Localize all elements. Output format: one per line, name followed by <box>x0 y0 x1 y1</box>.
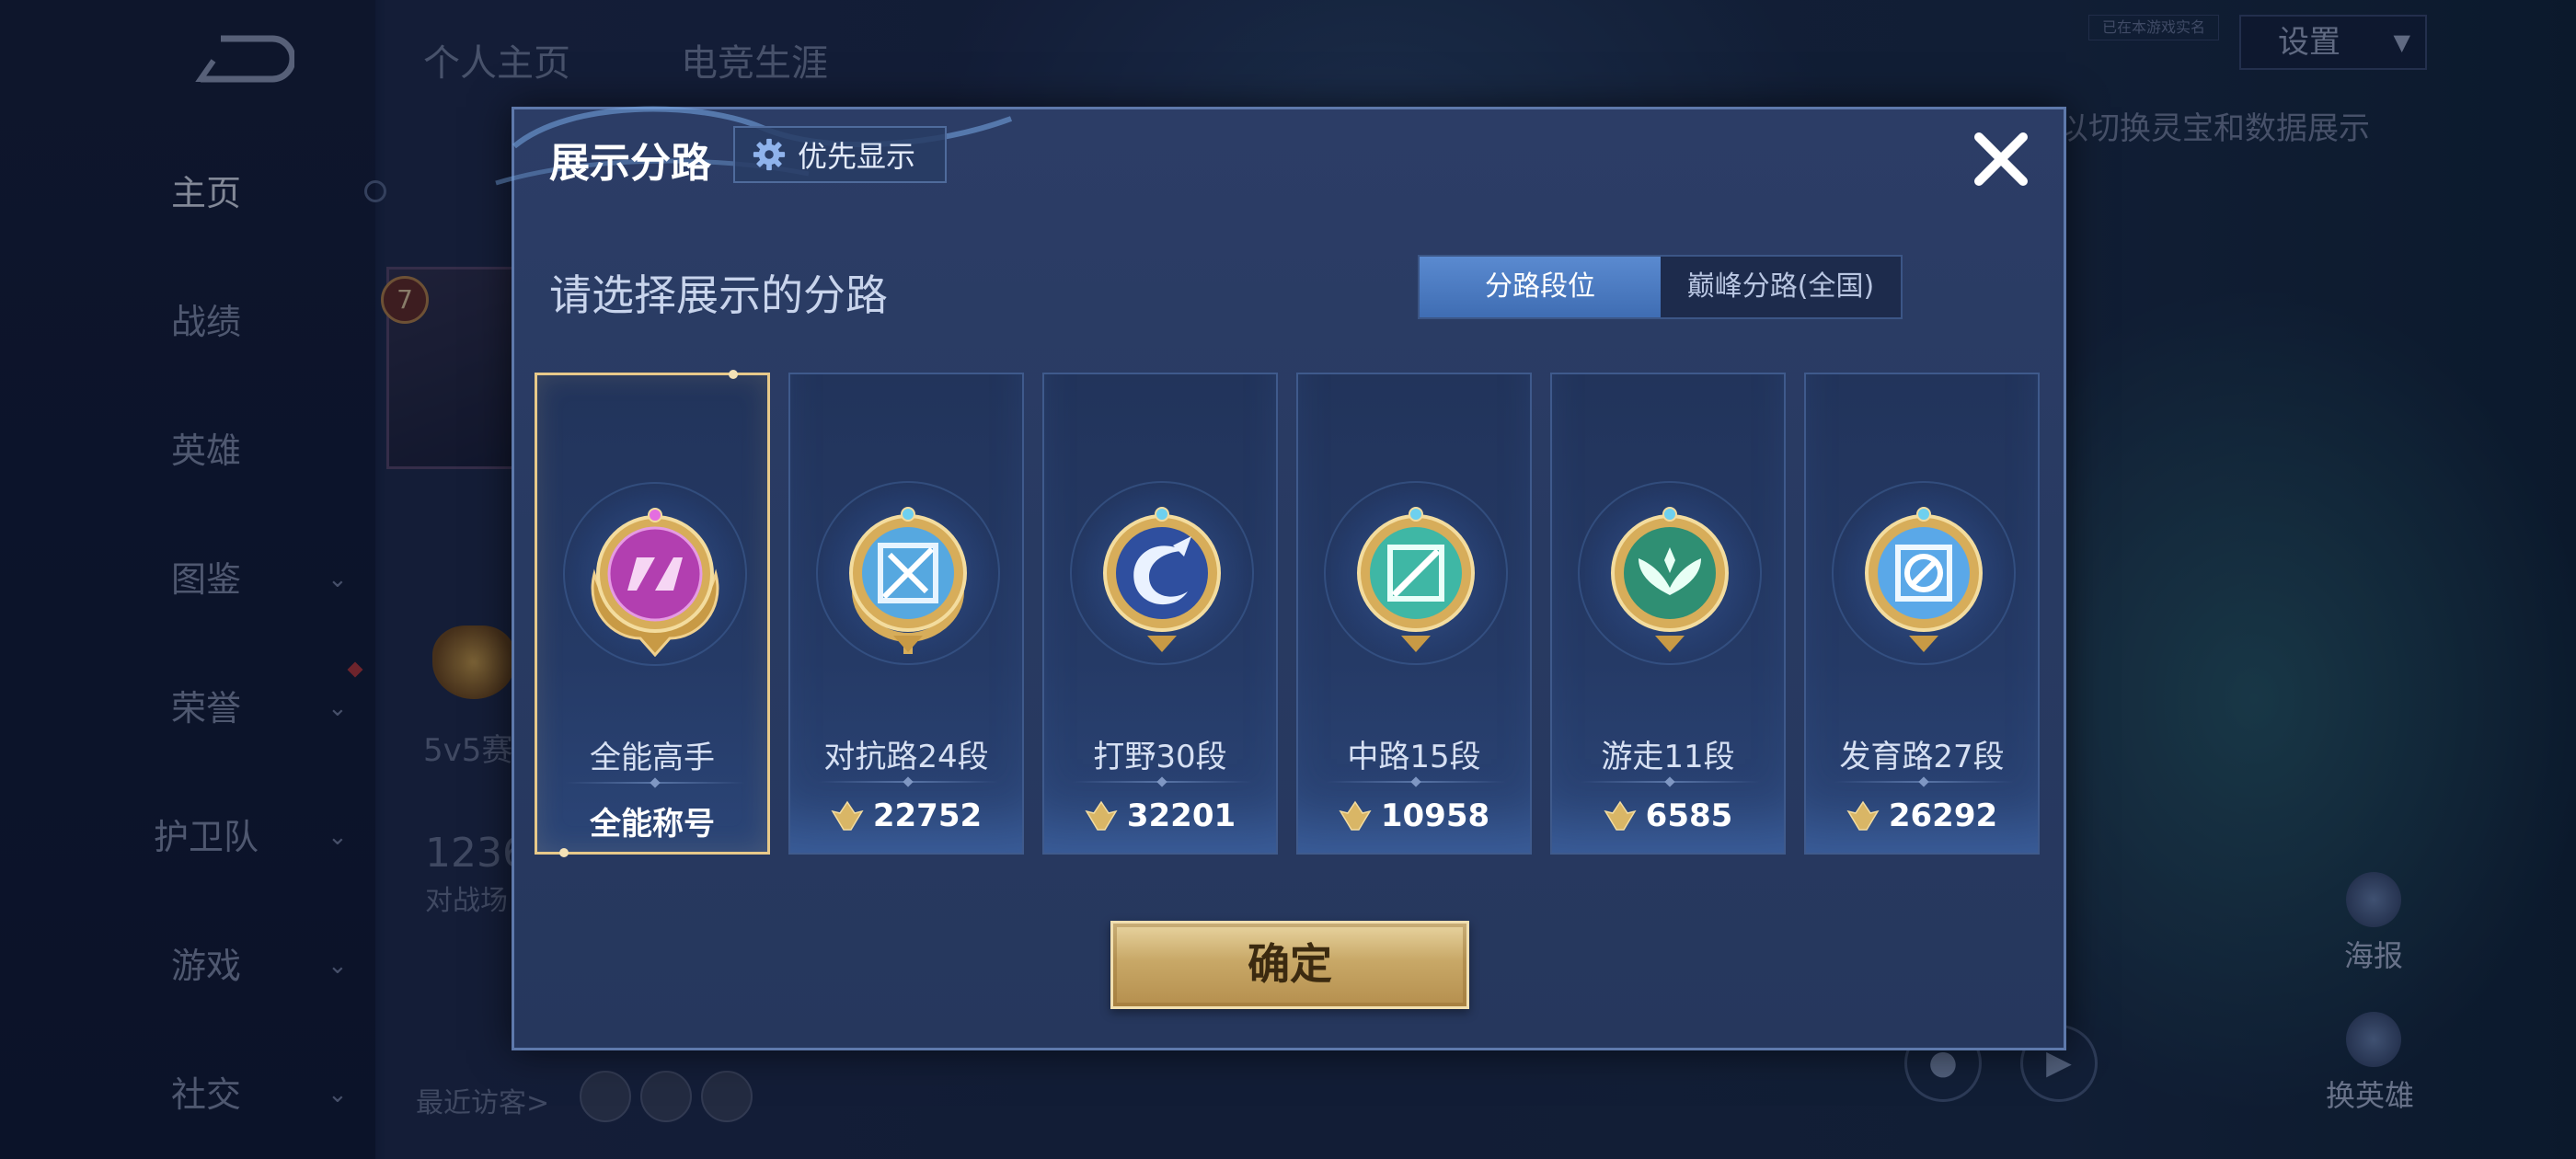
corner-pin-icon <box>729 370 738 379</box>
lane-value-row: 6585 <box>1552 798 1784 834</box>
divider <box>1072 781 1252 783</box>
confirm-button[interactable]: 确定 <box>1110 921 1469 1009</box>
lane-value-row: 22752 <box>790 798 1022 834</box>
divider <box>818 781 998 783</box>
modal-title: 展示分路 <box>549 140 711 187</box>
lane-points-icon <box>1846 800 1880 831</box>
lane-card-all-round[interactable]: 全能高手 全能称号 <box>535 370 770 857</box>
divider <box>1580 781 1760 783</box>
lane-name: 游走11段 <box>1601 739 1735 775</box>
priority-display-button[interactable]: 优先显示 <box>733 126 947 183</box>
roam-emblem-icon <box>1611 507 1729 652</box>
divider <box>1326 781 1506 783</box>
mid-lane-emblem-icon <box>1357 507 1475 652</box>
lane-display-modal: 展示分路 优先显示 请选择展示的分路 分路段位 巅峰分路(全国) 全能高手 全能… <box>495 106 2066 1050</box>
lane-name: 中路15段 <box>1347 739 1481 775</box>
toggle-lane-rank[interactable]: 分路段位 <box>1420 257 1661 317</box>
lane-points-icon <box>831 800 864 831</box>
lane-title-value: 全能称号 <box>590 806 715 843</box>
all-round-emblem-icon <box>591 508 719 657</box>
lane-points: 32201 <box>1126 798 1236 834</box>
corner-pin-icon <box>559 848 569 857</box>
lane-value-row: 10958 <box>1298 798 1530 834</box>
close-icon <box>1974 132 2028 186</box>
lane-name: 发育路27段 <box>1839 739 2005 775</box>
lane-card-mid[interactable]: 中路15段 10958 <box>1296 373 1532 855</box>
lane-card-jungle[interactable]: 打野30段 32201 <box>1042 373 1278 855</box>
lane-card-roam[interactable]: 游走11段 6585 <box>1550 373 1786 855</box>
section-subtitle: 请选择展示的分路 <box>549 270 888 320</box>
lane-points-icon <box>1339 800 1372 831</box>
lane-mode-toggle: 分路段位 巅峰分路(全国) <box>1418 255 1903 319</box>
lane-points: 6585 <box>1645 798 1733 834</box>
lane-name: 打野30段 <box>1093 739 1227 775</box>
lane-points: 10958 <box>1380 798 1490 834</box>
lane-value-row: 26292 <box>1806 798 2038 834</box>
divider <box>1834 781 2014 783</box>
close-button[interactable] <box>1964 122 2038 196</box>
lane-value-row: 32201 <box>1044 798 1276 834</box>
lane-value-row: 全能称号 <box>537 798 767 843</box>
lane-points: 26292 <box>1888 798 1998 834</box>
clash-lane-emblem-icon <box>849 507 967 654</box>
lane-card-farm[interactable]: 发育路27段 26292 <box>1804 373 2040 855</box>
lane-points: 22752 <box>872 798 983 834</box>
priority-display-label: 优先显示 <box>798 139 916 174</box>
lane-card-list: 全能高手 全能称号 对抗路24段 22752 打野30段 32201 中路15段… <box>535 370 2053 857</box>
gear-icon <box>753 138 786 171</box>
lane-points-icon <box>1085 800 1118 831</box>
jungle-emblem-icon <box>1103 507 1221 652</box>
lane-card-clash[interactable]: 对抗路24段 22752 <box>788 373 1024 855</box>
lane-name: 对抗路24段 <box>823 739 989 775</box>
toggle-peak-lane-national[interactable]: 巅峰分路(全国) <box>1661 257 1901 317</box>
lane-name: 全能高手 <box>590 740 715 776</box>
farm-lane-emblem-icon <box>1865 507 1983 652</box>
divider <box>565 782 745 784</box>
lane-points-icon <box>1604 800 1637 831</box>
